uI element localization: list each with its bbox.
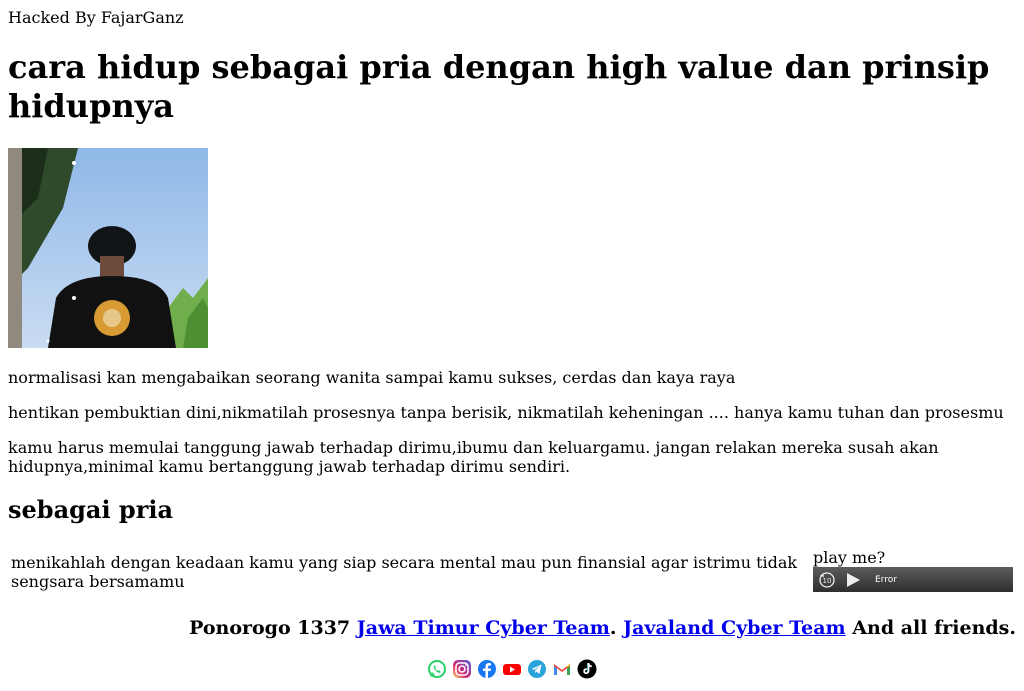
play-me-label: play me?: [813, 548, 886, 567]
page-title: cara hidup sebagai pria dengan high valu…: [8, 48, 990, 125]
instagram-icon[interactable]: [452, 659, 472, 679]
section-text: menikahlah dengan keadaan kamu yang siap…: [11, 553, 798, 591]
gmail-icon[interactable]: [552, 659, 572, 679]
footer-suffix: And all friends.: [852, 617, 1016, 639]
footer-credits: Ponorogo 1337 Jawa Timur Cyber Team. Jav…: [189, 616, 1016, 640]
footer-separator: .: [609, 617, 617, 639]
youtube-icon[interactable]: [502, 659, 522, 679]
whatsapp-icon[interactable]: [427, 659, 447, 679]
paragraph-1: normalisasi kan mengabaikan seorang wani…: [8, 368, 736, 387]
audio-player[interactable]: 10 Error: [813, 567, 1013, 592]
paragraph-2: hentikan pembuktian dini,nikmatilah pros…: [8, 403, 1004, 422]
facebook-icon[interactable]: [477, 659, 497, 679]
hacked-by-text: Hacked By FajarGanz: [8, 8, 184, 27]
section-heading: sebagai pria: [8, 495, 174, 524]
jawa-timur-cyber-team-link[interactable]: Jawa Timur Cyber Team: [357, 617, 610, 639]
telegram-icon[interactable]: [527, 659, 547, 679]
audio-status: Error: [875, 574, 897, 585]
profile-photo: [8, 148, 208, 348]
paragraph-3: kamu harus memulai tanggung jawab terhad…: [8, 438, 939, 476]
social-icons: [427, 659, 597, 679]
tiktok-icon[interactable]: [577, 659, 597, 679]
svg-text:10: 10: [823, 577, 832, 585]
rewind-10-icon[interactable]: 10: [818, 571, 836, 589]
play-icon[interactable]: [845, 572, 861, 588]
footer-prefix: Ponorogo 1337: [189, 617, 351, 639]
javaland-cyber-team-link[interactable]: Javaland Cyber Team: [623, 617, 846, 639]
